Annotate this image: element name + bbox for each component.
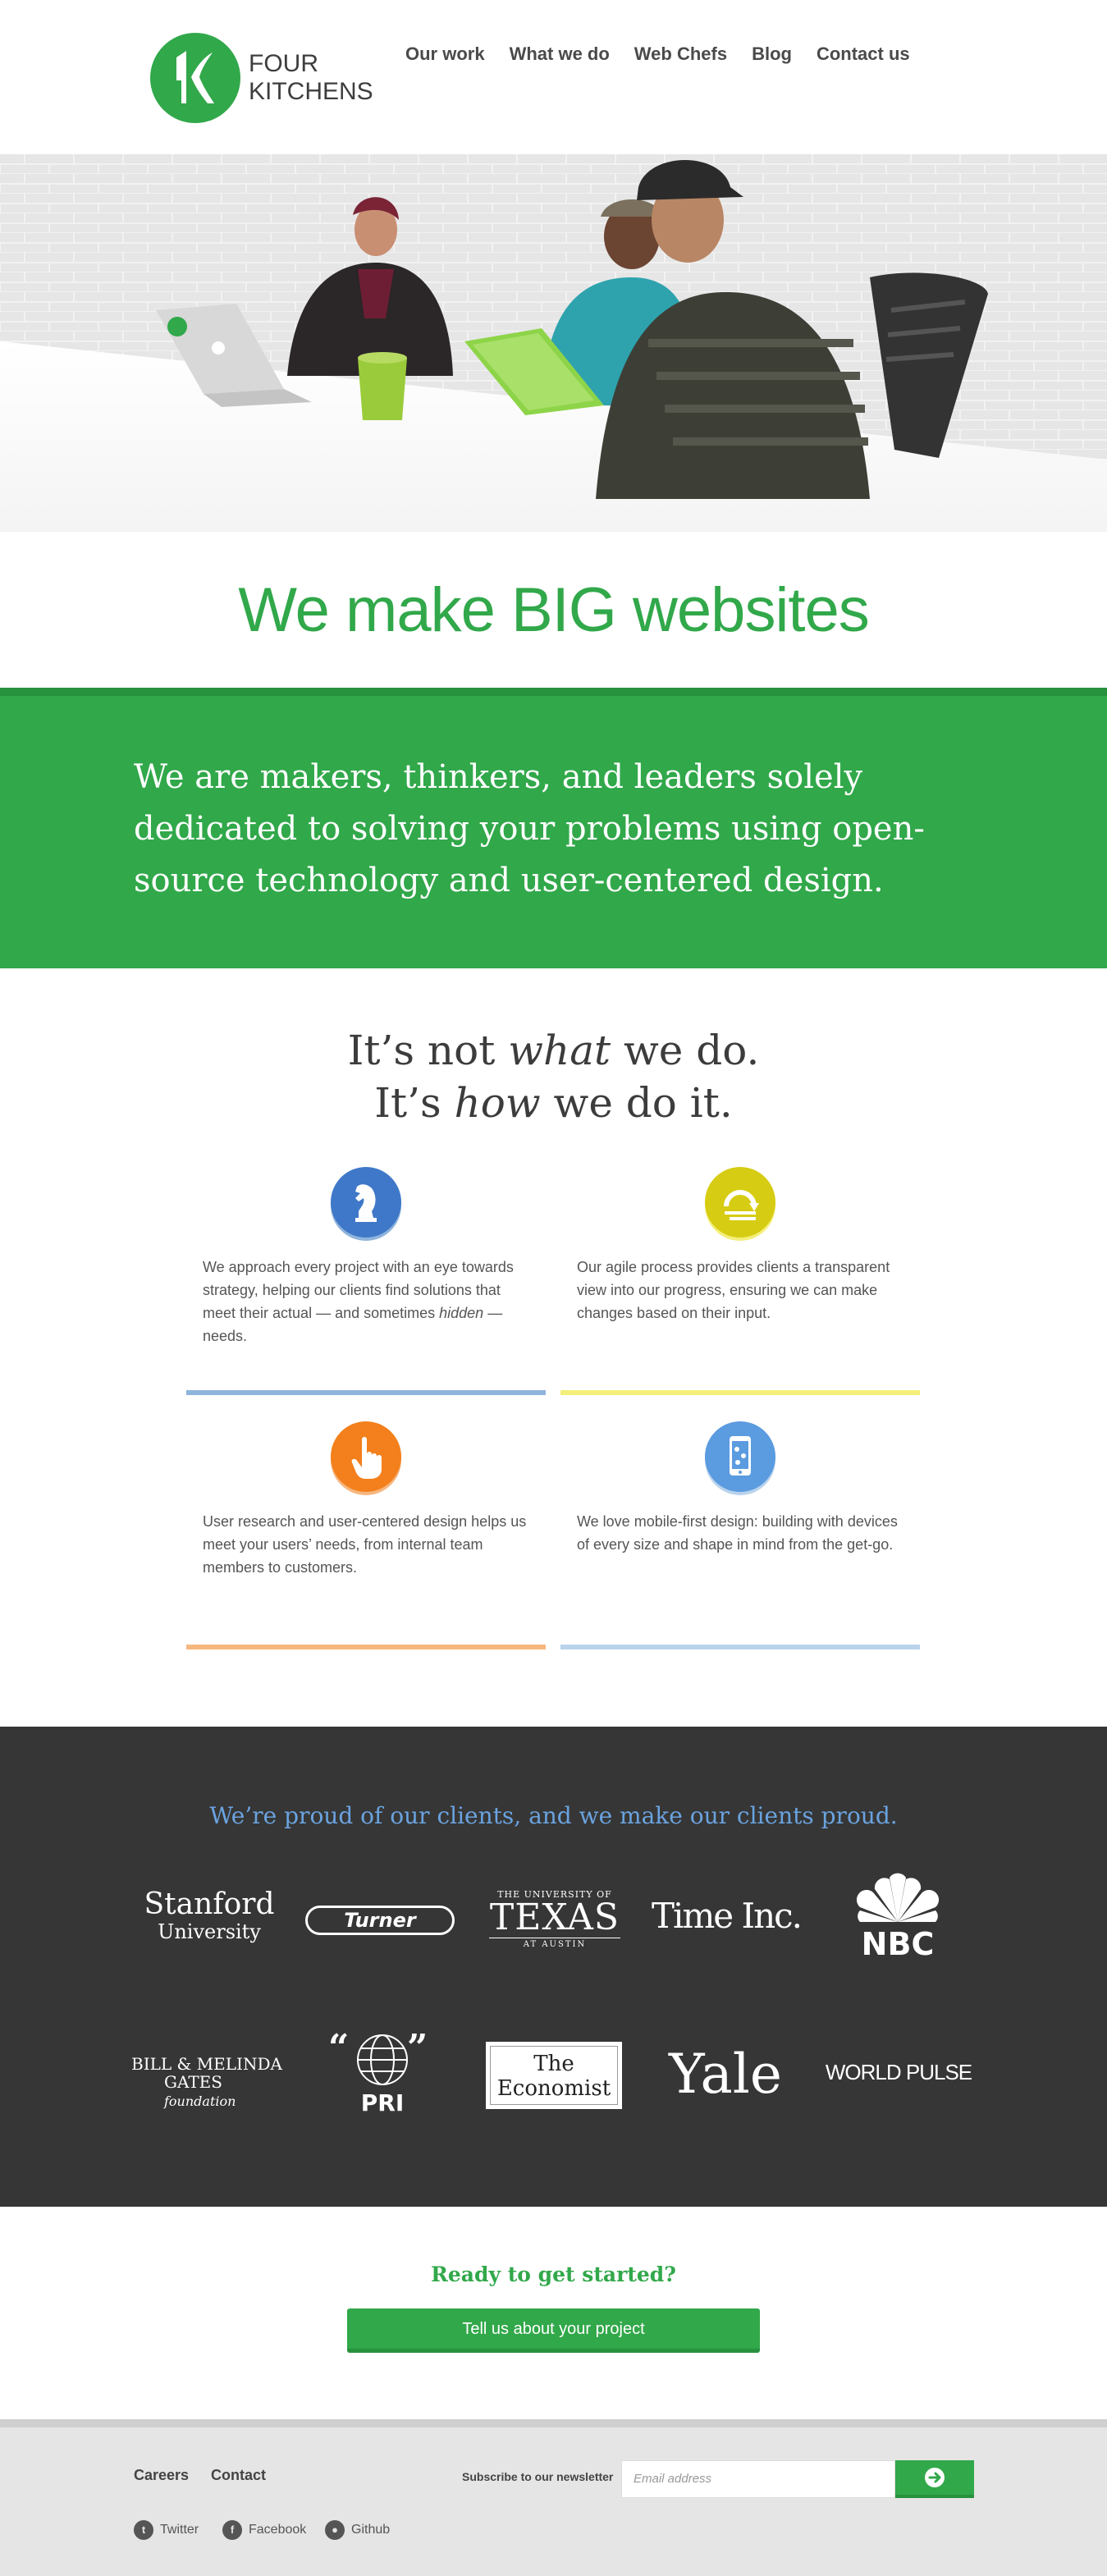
nav-our-work[interactable]: Our work	[405, 43, 485, 65]
pointer-hand-icon	[331, 1421, 401, 1492]
feature-agile-rule	[560, 1390, 920, 1395]
how-title-line-2: It’s how we do it.	[374, 1079, 733, 1127]
feature-user-research-text: User research and user-centered design h…	[203, 1513, 527, 1576]
feature-mobile-first-text: We love mobile-first design: building wi…	[577, 1513, 898, 1553]
mission-band: We are makers, thinkers, and leaders sol…	[0, 688, 1107, 968]
twitter-label: Twitter	[160, 2523, 199, 2537]
how-title-line-1: It’s not what we do.	[347, 1027, 760, 1074]
how-we-do-it-title: It’s not what we do. It’s how we do it.	[0, 1024, 1107, 1129]
logo-line-2: KITCHENS	[249, 78, 373, 105]
feature-user-research-rule	[186, 1645, 546, 1649]
site-footer: Careers Contact Subscribe to our newslet…	[0, 2419, 1107, 2576]
feature-user-research: User research and user-centered design h…	[186, 1421, 546, 1651]
svg-text:“: “	[328, 2032, 349, 2069]
client-logo-pri: “ ” PRI	[325, 2027, 440, 2115]
nav-what-we-do[interactable]: What we do	[510, 43, 610, 65]
social-twitter[interactable]: t Twitter	[134, 2520, 199, 2540]
facebook-icon: f	[222, 2520, 242, 2540]
nbc-peacock-icon	[856, 1873, 940, 1922]
feature-agile-text: Our agile process provides clients a tra…	[577, 1259, 890, 1321]
facebook-label: Facebook	[249, 2523, 307, 2537]
client-logo-gates-foundation: BILL & MELINDA GATES foundation	[131, 2054, 282, 2109]
footer-link-careers[interactable]: Careers	[134, 2467, 189, 2484]
site-header: FOUR KITCHENS Our work What we do Web Ch…	[0, 0, 1107, 154]
hero-image	[0, 154, 1107, 532]
feature-strategy: We approach every project with an eye to…	[186, 1167, 546, 1397]
client-logo-world-pulse: WORLD PULSE	[825, 2060, 972, 2084]
client-logo-nbc: NBC	[850, 1871, 945, 1961]
tell-us-about-your-project-button[interactable]: Tell us about your project	[347, 2308, 760, 2353]
logo-line-1: FOUR	[249, 50, 318, 77]
client-logo-turner: Turner	[305, 1906, 455, 1935]
feature-mobile-first: We love mobile-first design: building wi…	[560, 1421, 920, 1651]
social-github[interactable]: ● Github	[325, 2520, 390, 2540]
social-facebook[interactable]: f Facebook	[222, 2520, 306, 2540]
mobile-device-icon	[705, 1421, 775, 1492]
newsletter-submit-button[interactable]	[895, 2460, 974, 2498]
main-nav: Our work What we do Web Chefs Blog Conta…	[405, 43, 910, 65]
cta-title: Ready to get started?	[431, 2263, 676, 2286]
clients-section: We’re proud of our clients, and we make …	[0, 1727, 1107, 2207]
client-logo-yale: Yale	[669, 2043, 782, 2106]
feature-agile: Our agile process provides clients a tra…	[560, 1167, 920, 1397]
feature-strategy-rule	[186, 1390, 546, 1395]
newsletter-label: Subscribe to our newsletter	[462, 2470, 614, 2483]
four-kitchens-logo[interactable]: FOUR KITCHENS	[150, 33, 373, 123]
logo-wordmark: FOUR KITCHENS	[249, 50, 373, 106]
logo-mark-icon	[150, 33, 240, 123]
client-logo-economist: The Economist	[486, 2042, 622, 2109]
svg-text:”: ”	[407, 2032, 428, 2069]
feature-strategy-text: We approach every project with an eye to…	[203, 1259, 514, 1344]
client-logo-time-inc: Time Inc.	[652, 1896, 803, 1936]
pri-globe-icon: “ ”	[328, 2027, 428, 2085]
agile-cycle-icon	[705, 1167, 775, 1238]
mission-statement: We are makers, thinkers, and leaders sol…	[134, 758, 925, 899]
client-logo-stanford: Stanford University	[144, 1887, 275, 1944]
github-label: Github	[351, 2523, 391, 2537]
github-icon: ●	[325, 2520, 345, 2540]
twitter-icon: t	[134, 2520, 153, 2540]
footer-link-contact[interactable]: Contact	[211, 2467, 266, 2484]
chess-knight-icon	[331, 1167, 401, 1238]
nav-blog[interactable]: Blog	[752, 43, 792, 65]
clients-title: We’re proud of our clients, and we make …	[209, 1802, 898, 1829]
newsletter-email-input[interactable]: Email address	[621, 2460, 895, 2498]
feature-mobile-first-rule	[560, 1645, 920, 1649]
hero-headline: We make BIG websites	[238, 575, 869, 645]
nav-web-chefs[interactable]: Web Chefs	[634, 43, 727, 65]
arrow-right-icon	[925, 2468, 945, 2487]
client-logo-texas: THE UNIVERSITY OF TEXAS AT AUSTIN	[489, 1889, 620, 1949]
nav-contact-us[interactable]: Contact us	[817, 43, 910, 65]
